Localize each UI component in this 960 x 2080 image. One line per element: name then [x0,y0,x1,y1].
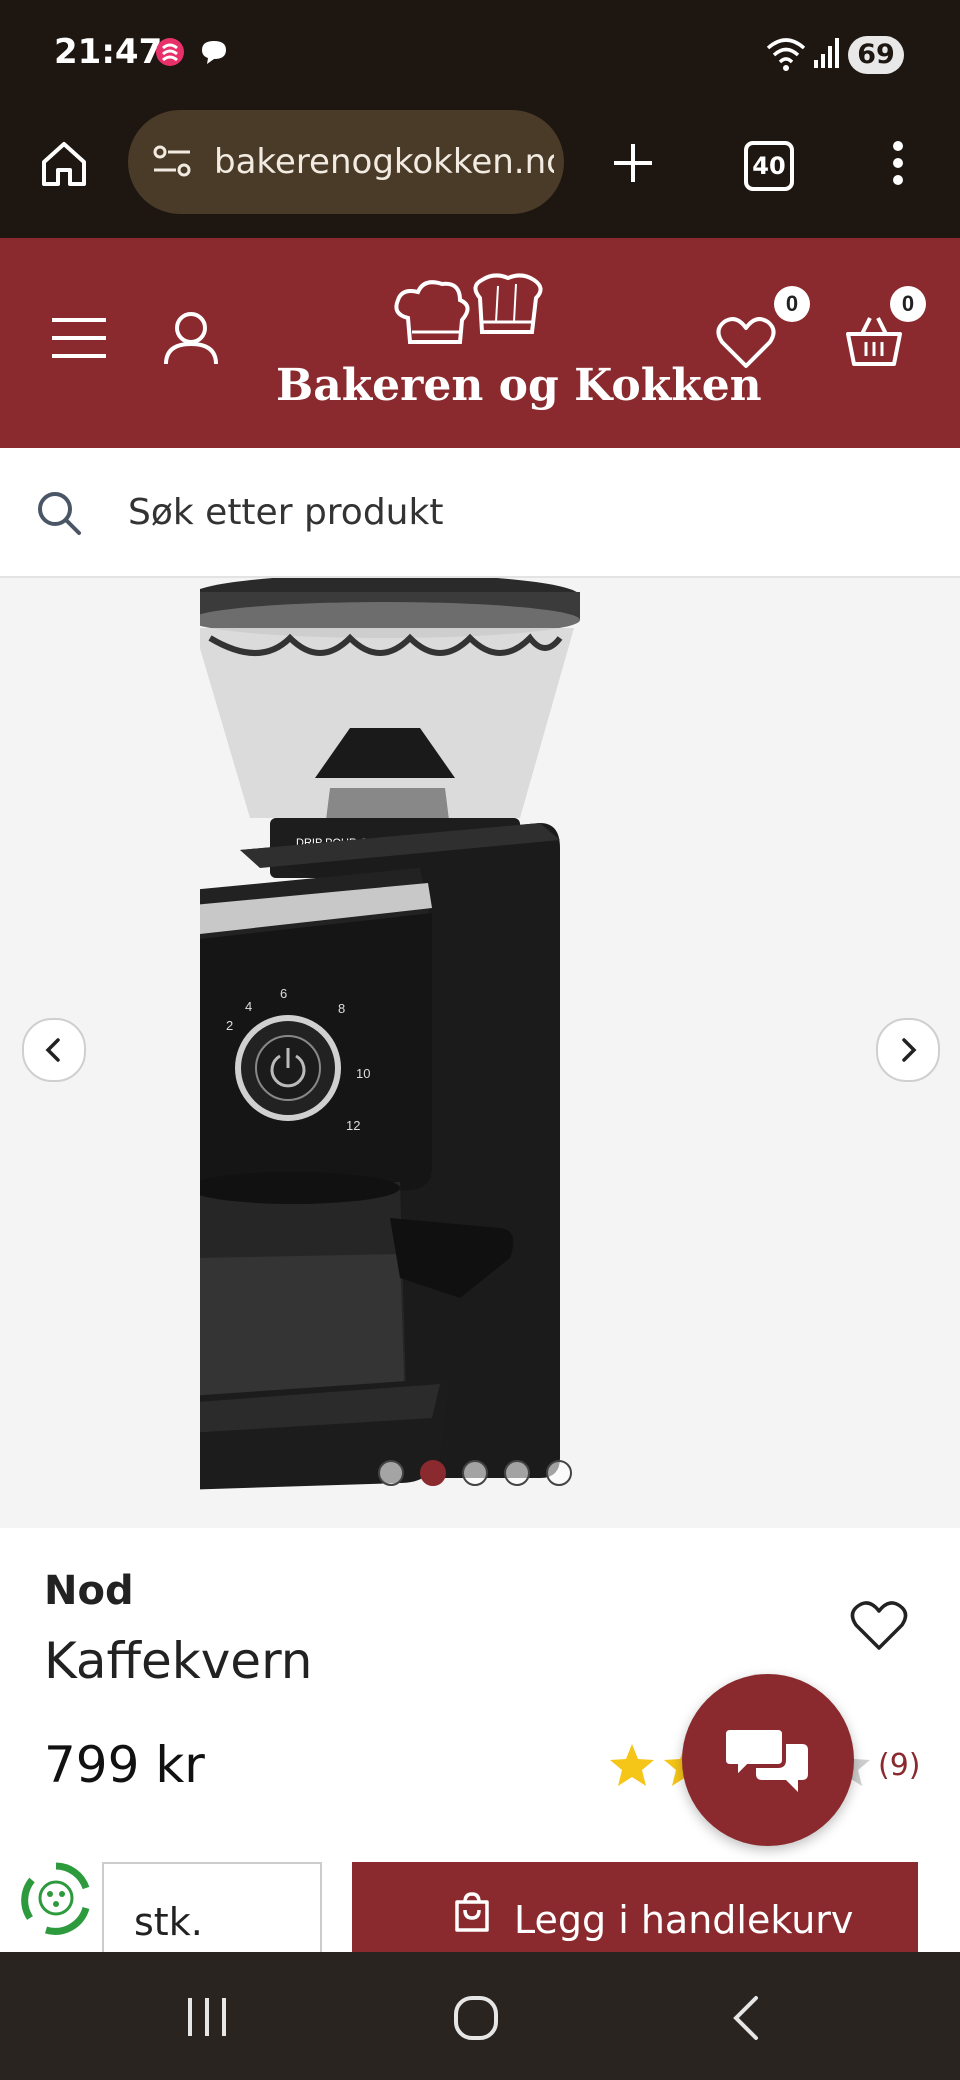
search-input[interactable]: Søk etter produkt [128,492,443,533]
chat-bubbles-icon [726,1726,808,1792]
review-count[interactable]: (9) [878,1748,921,1783]
logo-text: Bakeren og Kokken [276,360,762,411]
s-app-icon [156,38,184,66]
gallery-dot-active[interactable] [420,1460,446,1486]
add-to-wishlist-icon[interactable] [850,1600,908,1652]
menu-icon[interactable] [50,314,108,362]
battery-indicator: 69 [848,36,904,74]
cart-count-badge: 0 [890,286,926,322]
signal-icon [814,38,839,68]
home-button-icon[interactable] [452,1994,500,2042]
site-settings-icon[interactable] [150,140,194,184]
site-header: Bakeren og Kokken 0 0 [0,238,960,448]
account-icon[interactable] [162,310,220,366]
product-brand[interactable]: Nod [44,1568,134,1614]
gallery-prev-button[interactable] [22,1018,86,1082]
status-bar: 21:47 69 [0,0,960,110]
tab-switcher-button[interactable]: 40 [744,141,794,191]
search-icon [38,492,81,535]
browser-toolbar: bakerenogkokken.no/p 40 [0,110,960,238]
add-to-cart-label: Legg i handlekurv [514,1898,854,1942]
svg-text:4: 4 [245,999,252,1014]
shopping-bag-icon [455,1892,489,1932]
chat-button[interactable] [682,1674,854,1846]
cart-basket-icon[interactable] [844,312,904,368]
quantity-unit: stk. [134,1900,203,1944]
quantity-field[interactable]: stk. [102,1862,322,1964]
add-to-cart-button[interactable]: Legg i handlekurv [352,1862,918,1962]
chevron-left-icon [45,1038,60,1062]
site-logo[interactable]: Bakeren og Kokken [270,272,762,442]
svg-text:12: 12 [346,1118,360,1133]
gallery-dot[interactable] [504,1460,530,1486]
product-image-gallery[interactable]: DRIP POUR OVER FRENCH PRESS 20 25 30 35 … [0,578,960,1528]
more-icon[interactable] [880,140,916,186]
svg-text:8: 8 [338,1001,345,1016]
product-search[interactable]: Søk etter produkt [0,448,960,578]
gallery-next-button[interactable] [876,1018,940,1082]
wishlist-count-badge: 0 [774,286,810,322]
product-price: 799 kr [44,1736,205,1794]
product-title: Kaffekvern [44,1632,313,1690]
recycle-badge-icon[interactable] [16,1858,96,1938]
status-time: 21:47 [54,32,163,72]
back-icon[interactable] [728,1994,764,2042]
coffee-grinder-image: DRIP POUR OVER FRENCH PRESS 20 25 30 35 … [200,578,580,1490]
recent-apps-icon[interactable] [184,1996,230,2038]
gallery-dot[interactable] [546,1460,572,1486]
svg-text:2: 2 [226,1018,233,1033]
home-icon[interactable] [38,138,90,190]
url-bar[interactable]: bakerenogkokken.no/p [128,110,564,214]
svg-text:6: 6 [280,986,287,1001]
new-tab-icon[interactable] [610,140,656,186]
url-text: bakerenogkokken.no/p [214,142,554,182]
system-navigation-bar [0,1952,960,2080]
chat-bubble-icon [202,41,226,64]
chevron-right-icon [902,1038,917,1062]
wishlist-icon[interactable] [716,316,776,370]
gallery-dot[interactable] [378,1460,404,1486]
svg-text:10: 10 [356,1066,370,1081]
star-filled-icon [610,1744,654,1786]
wifi-icon [766,38,806,71]
chef-hats-icon [394,273,543,344]
gallery-dot[interactable] [462,1460,488,1486]
